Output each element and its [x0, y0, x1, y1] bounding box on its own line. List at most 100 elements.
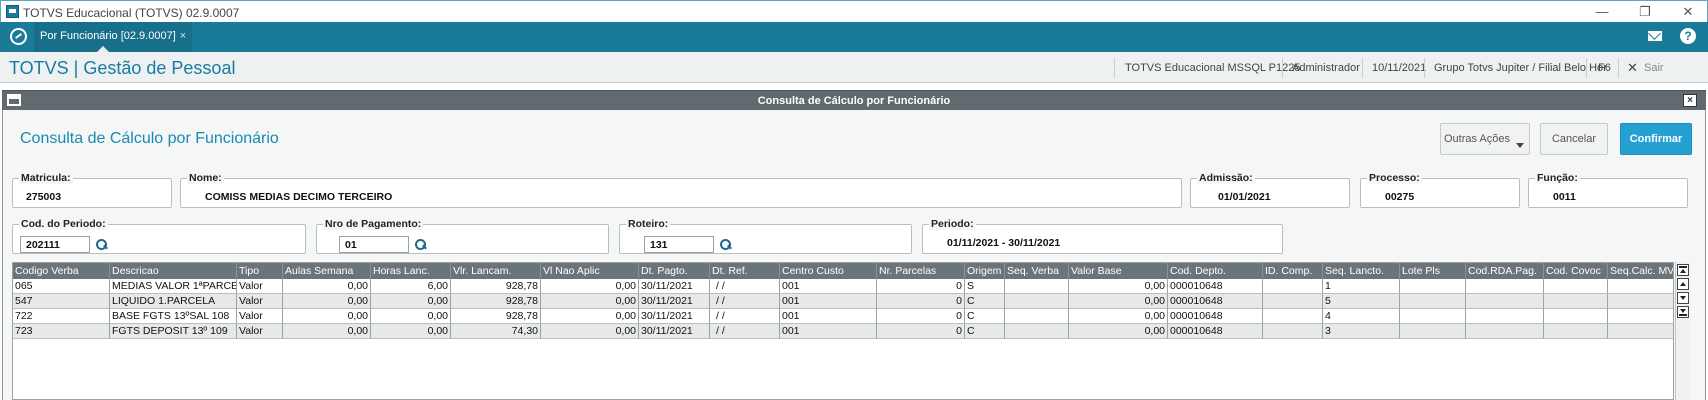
- column-header-descricao[interactable]: Descricao: [110, 263, 237, 279]
- column-header-nr-parcelas[interactable]: Nr. Parcelas: [877, 263, 965, 279]
- table-cell-lote-pls: [1400, 309, 1466, 324]
- column-header-vlr-lancam[interactable]: Vlr. Lancam.: [451, 263, 541, 279]
- column-header-cod-rda-pag[interactable]: Cod.RDA.Pag.: [1466, 263, 1544, 279]
- table-row[interactable]: 547 LIQUIDO 1.PARCELA Valor 0,00 0,00 928,78 0…: [13, 294, 1673, 309]
- chevron-down-icon: [1516, 143, 1524, 148]
- table-cell-vlr-lancam: 928,78: [451, 279, 541, 294]
- help-icon[interactable]: ?: [1680, 28, 1696, 44]
- tab-close-icon[interactable]: ×: [180, 30, 186, 42]
- dialog-close-button[interactable]: ×: [1683, 94, 1697, 107]
- table-cell-vl-nao-aplic: 0,00: [541, 309, 639, 324]
- table-cell-valor-base: 0,00: [1069, 309, 1168, 324]
- dialog-title: Consulta de Cálculo por Funcionário: [757, 95, 951, 107]
- table-cell-codigo-verba: 723: [13, 324, 110, 339]
- table-cell-lote-pls: [1400, 279, 1466, 294]
- column-header-cod-covoc[interactable]: Cod. Covoc: [1544, 263, 1608, 279]
- column-header-tipo[interactable]: Tipo: [237, 263, 283, 279]
- column-header-valor-base[interactable]: Valor Base: [1069, 263, 1168, 279]
- close-window-button[interactable]: ✕: [1673, 4, 1703, 20]
- table-cell-valor-base: 0,00: [1069, 324, 1168, 339]
- other-actions-button[interactable]: Outras Ações: [1440, 123, 1530, 155]
- table-cell-centro-custo: 001: [780, 279, 877, 294]
- table-row[interactable]: 723 FGTS DEPOSIT 13º 109 Valor 0,00 0,00 74,3…: [13, 324, 1673, 339]
- table-cell-vl-nao-aplic: 0,00: [541, 279, 639, 294]
- processo-field: Processo: 00275: [1360, 173, 1520, 208]
- column-header-seq-verba[interactable]: Seq. Verba: [1005, 263, 1069, 279]
- form-title: Consulta de Cálculo por Funcionário: [20, 130, 279, 147]
- calculation-grid[interactable]: Codigo Verba Descricao Tipo Aulas Semana Hor…: [12, 262, 1674, 400]
- matricula-value: 275003: [26, 191, 62, 203]
- funcao-value: 0011: [1553, 191, 1576, 203]
- tab-por-funcionario[interactable]: Por Funcionário [02.9.0007] ×: [34, 22, 193, 52]
- exit-button[interactable]: Sair: [1644, 62, 1664, 74]
- tab-label: Por Funcionário [02.9.0007]: [40, 30, 176, 42]
- table-cell-seq-lancto: 4: [1323, 309, 1400, 324]
- cod-periodo-field: Cod. do Periodo: 202111: [12, 219, 306, 254]
- mail-icon[interactable]: [1648, 31, 1662, 41]
- roteiro-input[interactable]: 131: [644, 236, 714, 253]
- cod-periodo-label: Cod. do Periodo:: [19, 218, 108, 230]
- column-header-seq-lancto[interactable]: Seq. Lancto.: [1323, 263, 1400, 279]
- app-brand: TOTVS | Gestão de Pessoal: [9, 58, 236, 78]
- table-cell-cod-rda-pag: [1466, 294, 1544, 309]
- cod-periodo-input[interactable]: 202111: [20, 236, 90, 253]
- divider: [1618, 58, 1619, 78]
- table-cell-id-comp: [1263, 279, 1323, 294]
- table-cell-horas-lanc: 0,00: [371, 309, 451, 324]
- user-label: Administrador: [1292, 62, 1360, 74]
- table-cell-seq-verba: [1005, 294, 1069, 309]
- table-cell-centro-custo: 001: [780, 324, 877, 339]
- column-header-vl-nao-aplic[interactable]: Vl Nao Aplic: [541, 263, 639, 279]
- shortcut-label[interactable]: F6: [1598, 62, 1611, 74]
- scroll-down-icon[interactable]: [1677, 292, 1689, 304]
- search-icon[interactable]: [720, 239, 731, 250]
- column-header-seq-calc-mv[interactable]: Seq.Calc. MV: [1608, 263, 1673, 279]
- column-header-horas-lanc[interactable]: Horas Lanc.: [371, 263, 451, 279]
- column-header-cod-depto[interactable]: Cod. Depto.: [1168, 263, 1263, 279]
- column-header-origem[interactable]: Origem: [965, 263, 1005, 279]
- date-label: 10/11/2021: [1372, 62, 1427, 74]
- exit-icon[interactable]: ✕: [1627, 60, 1638, 76]
- column-header-id-comp[interactable]: ID. Comp.: [1263, 263, 1323, 279]
- scroll-top-icon[interactable]: [1677, 264, 1689, 276]
- table-row[interactable]: 065 MEDIAS VALOR 1ªPARCE Valor 0,00 6,00 928,…: [13, 279, 1673, 294]
- grid-scrollbar[interactable]: [1675, 262, 1689, 400]
- nro-pagamento-input[interactable]: 01: [339, 236, 409, 253]
- column-header-dt-ref[interactable]: Dt. Ref.: [710, 263, 780, 279]
- nome-value: COMISS MEDIAS DECIMO TERCEIRO: [205, 191, 393, 203]
- column-header-dt-pagto[interactable]: Dt. Pagto.: [639, 263, 710, 279]
- column-header-lote-pls[interactable]: Lote Pls: [1400, 263, 1466, 279]
- cancel-button[interactable]: Cancelar: [1540, 123, 1608, 155]
- table-cell-seq-lancto: 5: [1323, 294, 1400, 309]
- confirm-button[interactable]: Confirmar: [1620, 123, 1692, 155]
- scroll-up-icon[interactable]: [1677, 278, 1689, 290]
- home-icon[interactable]: [10, 28, 27, 45]
- search-icon[interactable]: [96, 239, 107, 250]
- table-cell-descricao: MEDIAS VALOR 1ªPARCE: [110, 279, 237, 294]
- column-header-aulas-semana[interactable]: Aulas Semana: [283, 263, 371, 279]
- minimize-button[interactable]: —: [1587, 4, 1617, 19]
- table-cell-seq-verba: [1005, 279, 1069, 294]
- restore-button[interactable]: ❐: [1630, 4, 1660, 20]
- divider: [1282, 58, 1283, 78]
- table-cell-aulas-semana: 0,00: [283, 324, 371, 339]
- table-cell-centro-custo: 001: [780, 294, 877, 309]
- branch-label[interactable]: Grupo Totvs Jupiter / Filial Belo Hor: [1434, 62, 1607, 74]
- other-actions-label: Outras Ações: [1443, 133, 1511, 145]
- table-cell-vlr-lancam: 928,78: [451, 309, 541, 324]
- table-cell-vlr-lancam: 928,78: [451, 294, 541, 309]
- table-cell-tipo: Valor: [237, 309, 283, 324]
- table-row[interactable]: 722 BASE FGTS 13ºSAL 108 Valor 0,00 0,00 928,…: [13, 309, 1673, 324]
- table-cell-seq-lancto: 1: [1323, 279, 1400, 294]
- divider: [1114, 58, 1115, 78]
- scroll-bottom-icon[interactable]: [1677, 306, 1689, 318]
- nro-pagamento-field: Nro de Pagamento: 01: [316, 219, 609, 254]
- search-icon[interactable]: [415, 239, 426, 250]
- table-cell-seq-calc-mv: [1608, 279, 1673, 294]
- table-cell-nr-parcelas: 0: [877, 294, 965, 309]
- table-cell-codigo-verba: 065: [13, 279, 110, 294]
- table-cell-cod-covoc: [1544, 279, 1608, 294]
- column-header-centro-custo[interactable]: Centro Custo: [780, 263, 877, 279]
- column-header-codigo-verba[interactable]: Codigo Verba: [13, 263, 110, 279]
- table-cell-valor-base: 0,00: [1069, 279, 1168, 294]
